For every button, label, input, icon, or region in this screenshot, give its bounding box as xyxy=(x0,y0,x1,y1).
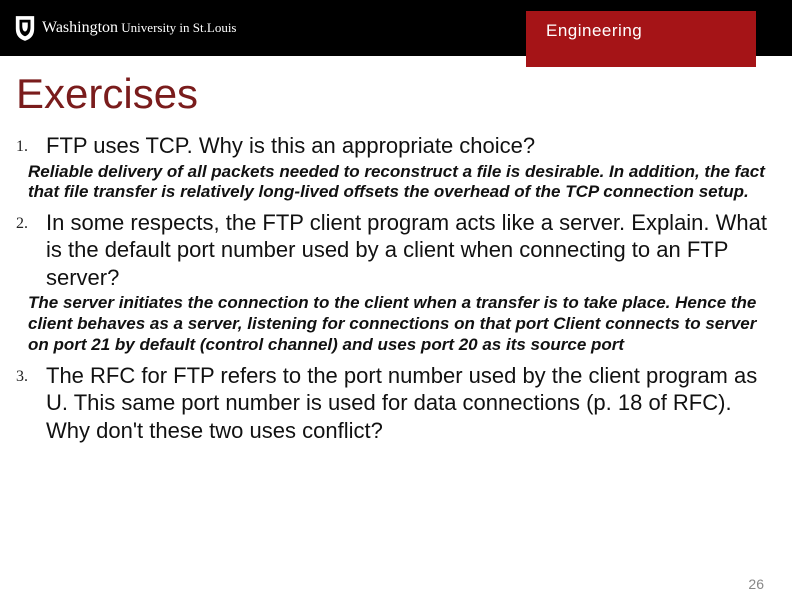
page-number: 26 xyxy=(748,576,764,592)
question-text: The RFC for FTP refers to the port numbe… xyxy=(46,362,776,445)
exercise-item: 3. The RFC for FTP refers to the port nu… xyxy=(16,362,776,445)
answer-text: The server initiates the connection to t… xyxy=(28,293,772,355)
question-text: In some respects, the FTP client program… xyxy=(46,209,776,292)
shield-icon xyxy=(14,14,36,42)
university-name: Washington University in St.Louis xyxy=(42,19,237,37)
item-number: 1. xyxy=(16,132,34,156)
item-number: 2. xyxy=(16,209,34,233)
engineering-block: Engineering xyxy=(526,11,756,67)
university-logo: Washington University in St.Louis xyxy=(14,14,237,42)
answer-text: Reliable delivery of all packets needed … xyxy=(28,162,772,203)
exercise-item: 2. In some respects, the FTP client prog… xyxy=(16,209,776,356)
header-bar: Washington University in St.Louis Engine… xyxy=(0,0,792,56)
slide-body: Exercises 1. FTP uses TCP. Why is this a… xyxy=(16,70,776,450)
question-text: FTP uses TCP. Why is this an appropriate… xyxy=(46,132,535,160)
exercise-item: 1. FTP uses TCP. Why is this an appropri… xyxy=(16,132,776,203)
item-number: 3. xyxy=(16,362,34,386)
engineering-label: Engineering xyxy=(546,21,642,41)
slide-title: Exercises xyxy=(16,70,776,118)
